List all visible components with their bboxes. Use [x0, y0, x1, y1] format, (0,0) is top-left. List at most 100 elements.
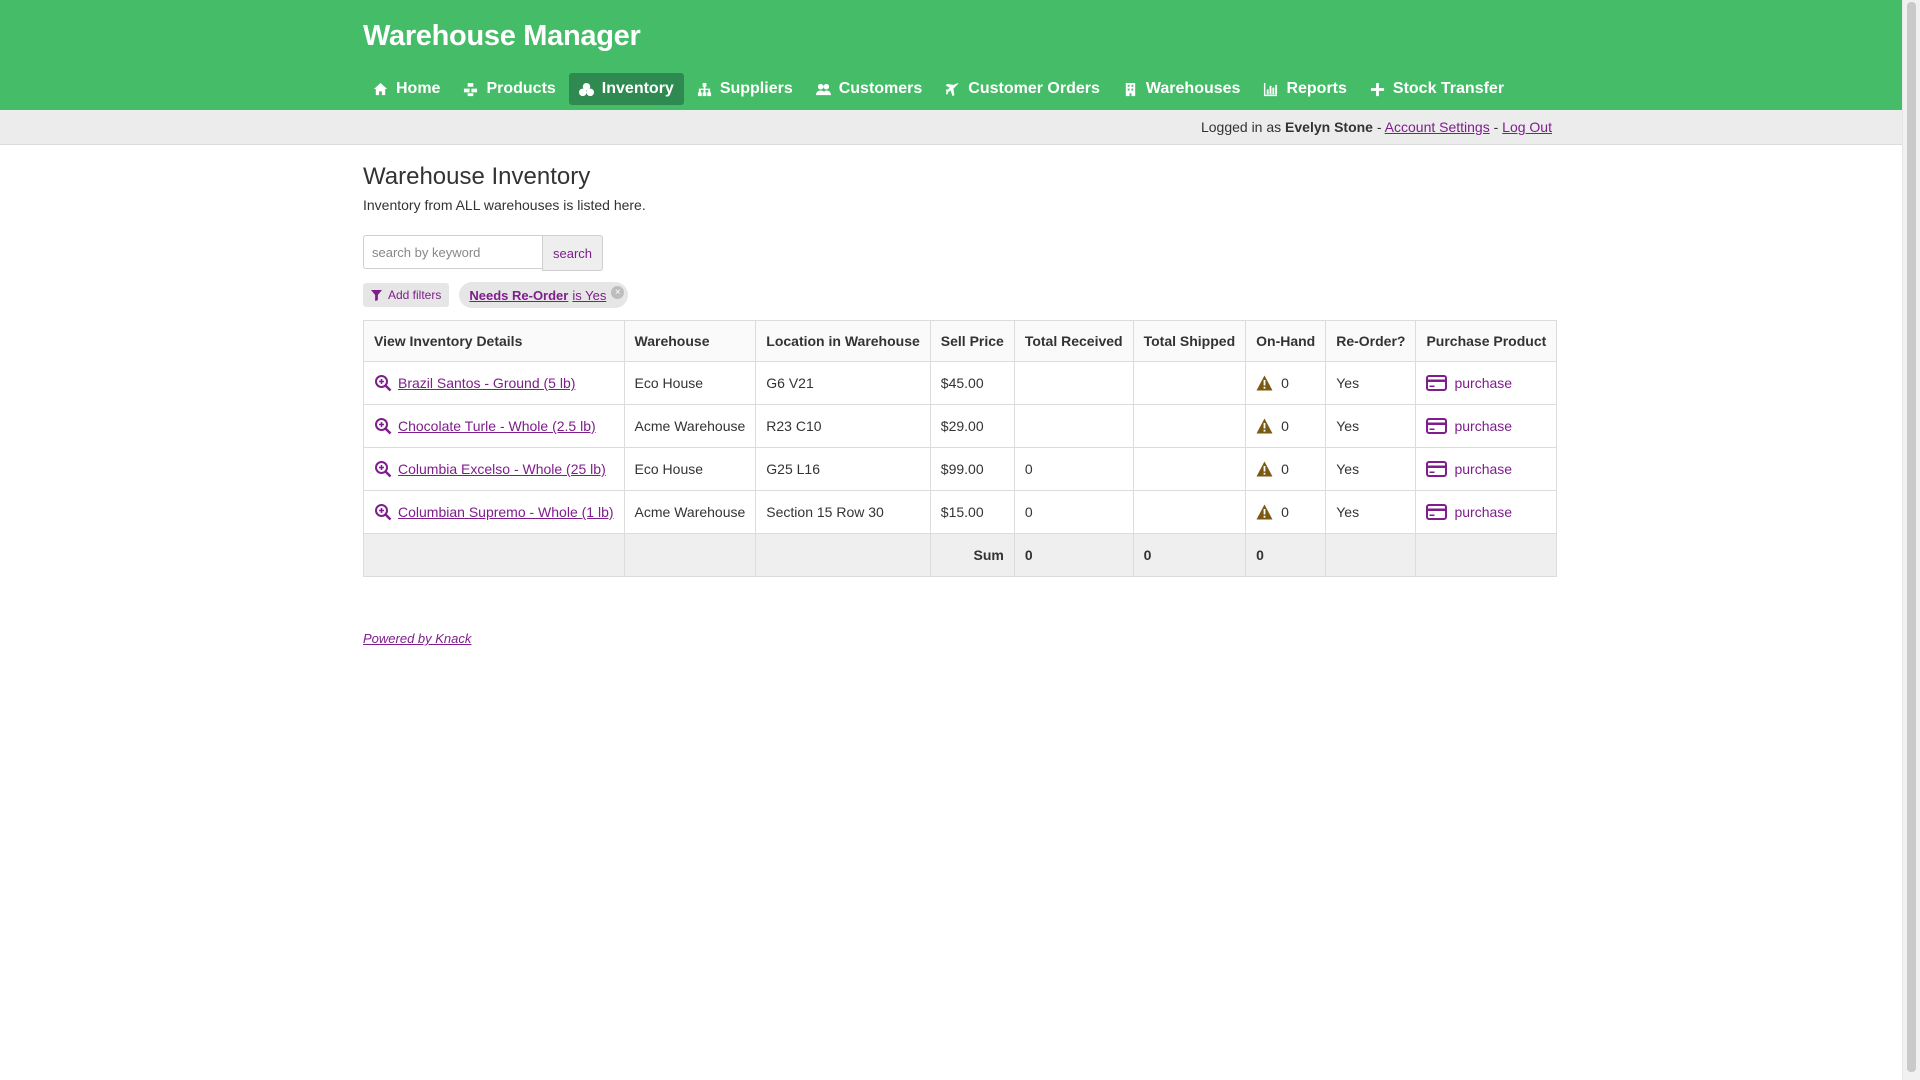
cell-on-hand: 0 — [1245, 361, 1327, 405]
zoom-in-icon — [375, 375, 392, 392]
nav-customers-label: Customers — [838, 80, 923, 97]
credit-card-icon — [1426, 418, 1448, 434]
user-name: Evelyn Stone — [1285, 119, 1373, 135]
cell-purchase: purchase — [1415, 490, 1558, 534]
cell-sell-price: $99.00 — [929, 447, 1015, 491]
add-filters-button[interactable]: Add filters — [363, 283, 450, 307]
product-details-link[interactable]: Columbian Supremo - Whole (1 lb) — [374, 503, 614, 521]
app-title[interactable]: Warehouse Manager — [363, 20, 641, 53]
cell-total-shipped — [1132, 404, 1247, 448]
nav-suppliers[interactable]: Suppliers — [687, 73, 803, 105]
separator: - — [1376, 119, 1382, 135]
cell-location: G6 V21 — [755, 361, 931, 405]
nav-reports[interactable]: Reports — [1253, 73, 1356, 105]
cubes-icon — [464, 82, 478, 96]
table-row: Chocolate Turle - Whole (2.5 lb) Acme Wa… — [363, 404, 1558, 448]
plane-icon — [946, 82, 959, 96]
remove-filter-icon[interactable]: × — [611, 286, 625, 299]
nav-home-label: Home — [396, 80, 441, 97]
credit-card-icon — [1426, 461, 1448, 477]
cell-total-shipped — [1132, 490, 1247, 534]
search-button[interactable]: search — [542, 235, 604, 271]
product-name: Chocolate Turle - Whole (2.5 lb) — [398, 418, 596, 434]
cell-location: G25 L16 — [755, 447, 931, 491]
purchase-link[interactable]: purchase — [1426, 504, 1546, 520]
col-header-on-hand[interactable]: On-Hand — [1245, 320, 1327, 362]
cell-on-hand: 0 — [1245, 447, 1327, 491]
warning-icon — [1256, 504, 1273, 520]
nav-suppliers-label: Suppliers — [719, 80, 793, 97]
nav-customer-orders[interactable]: Customer Orders — [935, 73, 1110, 105]
bar-chart-icon — [1264, 82, 1278, 96]
cell-sell-price: $15.00 — [929, 490, 1015, 534]
boxes-icon — [578, 82, 594, 96]
col-header-reorder[interactable]: Re-Order? — [1325, 320, 1417, 362]
plus-icon — [1370, 82, 1384, 96]
purchase-link[interactable]: purchase — [1426, 461, 1546, 477]
warning-icon — [1256, 375, 1273, 391]
product-details-link[interactable]: Columbia Excelso - Whole (25 lb) — [374, 460, 614, 478]
filter-field: Needs Re-Order — [469, 287, 569, 303]
purchase-label: purchase — [1454, 504, 1513, 520]
cell-on-hand: 0 — [1245, 404, 1327, 448]
col-header-purchase-product[interactable]: Purchase Product — [1415, 320, 1558, 362]
purchase-link[interactable]: purchase — [1426, 418, 1546, 434]
product-details-link[interactable]: Brazil Santos - Ground (5 lb) — [374, 374, 614, 392]
sitemap-icon — [697, 82, 711, 96]
nav-home[interactable]: Home — [363, 73, 450, 105]
home-icon — [373, 82, 388, 95]
cell-reorder: Yes — [1325, 447, 1417, 491]
zoom-in-icon — [375, 418, 392, 435]
nav-stock-transfer-label: Stock Transfer — [1392, 80, 1505, 97]
cell-sell-price: $29.00 — [929, 404, 1015, 448]
nav-warehouses[interactable]: Warehouses — [1113, 73, 1251, 105]
users-icon — [815, 83, 831, 95]
zoom-in-icon — [375, 461, 392, 478]
vertical-scrollbar[interactable] — [1902, 0, 1920, 1080]
cell-total-received — [1013, 361, 1134, 405]
summary-on-hand: 0 — [1245, 533, 1327, 577]
cell-on-hand: 0 — [1245, 490, 1327, 534]
cell-reorder: Yes — [1325, 361, 1417, 405]
cell-purchase: purchase — [1415, 447, 1558, 491]
summary-row: Sum 0 0 0 — [363, 533, 1558, 577]
cell-total-received — [1013, 404, 1134, 448]
nav-products[interactable]: Products — [453, 73, 565, 105]
search-bar: search — [363, 235, 1541, 271]
nav-products-label: Products — [486, 80, 556, 97]
cell-sell-price: $45.00 — [929, 361, 1015, 405]
table-row: Columbian Supremo - Whole (1 lb) Acme Wa… — [363, 490, 1558, 534]
summary-label: Sum — [929, 533, 1015, 577]
product-name: Columbia Excelso - Whole (25 lb) — [398, 461, 606, 477]
col-header-total-received[interactable]: Total Received — [1013, 320, 1134, 362]
scrollbar-thumb[interactable] — [1907, 2, 1916, 1072]
col-header-total-shipped[interactable]: Total Shipped — [1132, 320, 1247, 362]
summary-empty — [755, 533, 931, 577]
powered-by-link[interactable]: Powered by Knack — [363, 631, 471, 646]
cell-location: Section 15 Row 30 — [755, 490, 931, 534]
nav-customers[interactable]: Customers — [806, 73, 933, 105]
col-header-sell-price[interactable]: Sell Price — [929, 320, 1015, 362]
nav-stock-transfer[interactable]: Stock Transfer — [1360, 73, 1514, 105]
warning-icon — [1256, 461, 1273, 477]
summary-empty — [363, 533, 625, 577]
product-details-link[interactable]: Chocolate Turle - Whole (2.5 lb) — [374, 417, 614, 435]
table-row: Columbia Excelso - Whole (25 lb) Eco Hou… — [363, 447, 1558, 491]
search-input[interactable] — [363, 235, 542, 269]
cell-total-shipped — [1132, 447, 1247, 491]
purchase-link[interactable]: purchase — [1426, 375, 1546, 391]
summary-empty — [623, 533, 757, 577]
purchase-label: purchase — [1454, 418, 1513, 434]
col-header-warehouse[interactable]: Warehouse — [623, 320, 757, 362]
on-hand-value: 0 — [1281, 504, 1289, 520]
table-row: Brazil Santos - Ground (5 lb) Eco House … — [363, 361, 1558, 405]
nav-inventory[interactable]: Inventory — [568, 73, 684, 105]
purchase-label: purchase — [1454, 375, 1513, 391]
log-out-link[interactable]: Log Out — [1502, 119, 1552, 135]
active-filter-chip[interactable]: Needs Re-Order is Yes × — [459, 282, 629, 308]
account-settings-link[interactable]: Account Settings — [1385, 119, 1490, 135]
col-header-view-details[interactable]: View Inventory Details — [363, 320, 625, 362]
cell-location: R23 C10 — [755, 404, 931, 448]
col-header-location[interactable]: Location in Warehouse — [755, 320, 931, 362]
cell-warehouse: Eco House — [623, 361, 757, 405]
